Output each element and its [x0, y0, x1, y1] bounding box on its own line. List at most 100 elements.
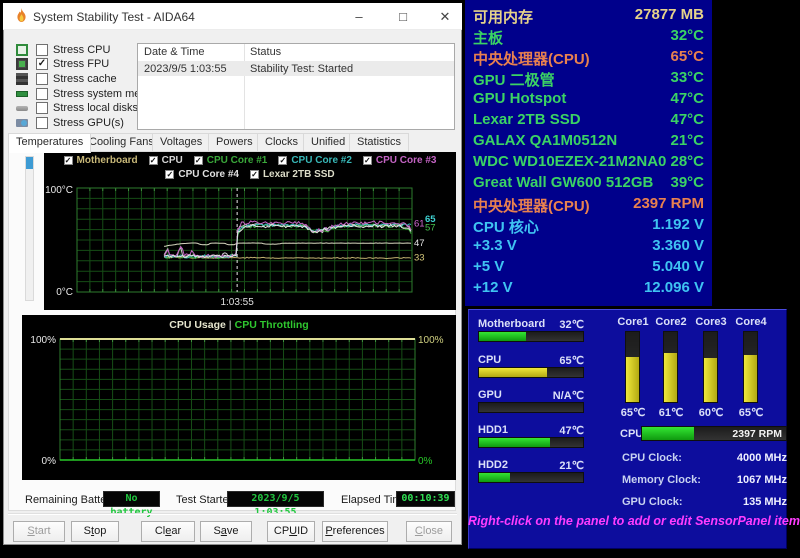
svg-text:0°C: 0°C: [56, 287, 73, 298]
core1-label: Core1: [617, 316, 649, 328]
start-button[interactable]: Start: [13, 521, 65, 542]
stress-fpu-checkbox[interactable]: ✓: [36, 58, 48, 70]
legend-cpu-checkbox[interactable]: ✓: [148, 155, 158, 165]
tab-temperatures[interactable]: Temperatures: [8, 133, 92, 153]
minimize-button[interactable]: –: [344, 9, 374, 27]
graph-scrollbar[interactable]: [25, 156, 34, 301]
log-col-datetime[interactable]: Date & Time: [144, 46, 205, 58]
legend-cpu-core2[interactable]: ✓ CPU Core #2: [278, 154, 352, 166]
sensor-row: Lexar 2TB SSD 47°C: [473, 111, 704, 128]
stop-button[interactable]: Stop: [71, 521, 119, 542]
maximize-button[interactable]: □: [388, 9, 418, 27]
log-table[interactable]: Date & Time Status 2023/9/5 1:03:55 Stab…: [137, 43, 455, 130]
stress-disks-label: Stress local disks: [53, 102, 138, 114]
core1-value: 65℃: [620, 407, 646, 419]
svg-text:0%: 0%: [42, 456, 57, 467]
gauge-gpu-bar: [478, 402, 584, 413]
svg-text:1:03:55: 1:03:55: [220, 297, 254, 308]
cpu-clock-value: 4000 MHz: [736, 452, 787, 464]
svg-text:0%: 0%: [418, 456, 433, 467]
svg-text:100%: 100%: [418, 335, 444, 346]
tab-powers[interactable]: Powers: [208, 133, 261, 152]
gauge-motherboard: Motherboard 32℃: [478, 318, 584, 331]
gauge-hdd2-bar: [478, 472, 584, 483]
stress-fpu-label: Stress FPU: [53, 58, 110, 70]
core4-bar: [743, 331, 758, 403]
cpuid-button[interactable]: CPUID: [267, 521, 315, 542]
stress-cpu-checkbox[interactable]: [36, 44, 48, 56]
close-test-button[interactable]: Close: [406, 521, 452, 542]
legend-cpu-core1[interactable]: ✓ CPU Core #1: [193, 154, 267, 166]
gauge-hdd2: HDD2 21℃: [478, 459, 584, 472]
sensor-row: 中央处理器(CPU) 2397 RPM: [473, 195, 704, 215]
gauge-hdd1-bar: [478, 437, 584, 448]
aida64-flame-icon: [17, 8, 26, 22]
legend-motherboard[interactable]: ✓ Motherboard: [63, 154, 138, 166]
tab-voltages[interactable]: Voltages: [152, 133, 211, 152]
elapsed-time-value: 00:10:39: [396, 491, 455, 507]
stress-memory-icon: [16, 88, 28, 97]
fan-gauge-label: CPU: [620, 428, 644, 440]
core3-bar: [703, 331, 718, 403]
test-started-value: 2023/9/5 1:03:55: [227, 491, 324, 518]
legend-cpu-core4[interactable]: ✓ CPU Core #4: [165, 168, 239, 180]
save-button[interactable]: Save: [200, 521, 252, 542]
svg-text:47: 47: [414, 238, 425, 249]
gauge-hdd1: HDD1 47℃: [478, 424, 584, 437]
close-button[interactable]: ✕: [430, 9, 460, 27]
svg-text:100°C: 100°C: [45, 185, 73, 196]
stress-fpu-icon: [16, 58, 28, 70]
fan-gauge-value: 2397 RPM: [732, 428, 782, 440]
sensor-row: CPU 核心 1.192 V: [473, 216, 704, 236]
log-col-status[interactable]: Status: [250, 46, 281, 58]
stress-gpu-checkbox[interactable]: [36, 117, 48, 129]
stress-cpu-icon: [16, 44, 28, 56]
sensor-panel-readings[interactable]: 可用内存 27877 MB 主板 32°C 中央处理器(CPU) 65°C GPU 二极管 3…: [465, 0, 712, 306]
legend-motherboard-checkbox[interactable]: ✓: [63, 155, 73, 165]
gauge-cpu: CPU 65℃: [478, 354, 584, 367]
legend-cpu-core3[interactable]: ✓ CPU Core #3: [362, 154, 436, 166]
log-row-datetime: 2023/9/5 1:03:55: [144, 63, 227, 75]
sensor-row: +5 V 5.040 V: [473, 258, 704, 275]
stress-disks-checkbox[interactable]: [36, 102, 48, 114]
gpu-clock-value: 135 MHz: [742, 496, 787, 508]
tab-clocks[interactable]: Clocks: [257, 133, 307, 152]
gauge-motherboard-bar: [478, 331, 584, 342]
sensor-row: GPU 二极管 33°C: [473, 69, 704, 89]
legend-cpu-core3-checkbox[interactable]: ✓: [362, 155, 372, 165]
legend-cpu[interactable]: ✓ CPU: [148, 154, 183, 166]
tab-cooling-fans[interactable]: Cooling Fans: [81, 133, 162, 152]
tab-statistics[interactable]: Statistics: [349, 133, 410, 152]
graph-scrollbar-thumb[interactable]: [26, 157, 33, 169]
window-title: System Stability Test - AIDA64: [33, 10, 195, 24]
temperature-legend-row2: ✓ CPU Core #4 ✓ Lexar 2TB SSD: [44, 168, 456, 180]
stress-cache-checkbox[interactable]: [36, 73, 48, 85]
legend-lexar-ssd-checkbox[interactable]: ✓: [249, 169, 259, 179]
preferences-button[interactable]: Preferences: [322, 521, 388, 542]
svg-text:57: 57: [425, 223, 436, 234]
stress-cpu-label: Stress CPU: [53, 44, 111, 56]
legend-lexar-ssd[interactable]: ✓ Lexar 2TB SSD: [249, 168, 335, 180]
log-row-status: Stability Test: Started: [250, 63, 354, 75]
sensor-row: 中央处理器(CPU) 65°C: [473, 48, 704, 68]
legend-cpu-core2-checkbox[interactable]: ✓: [278, 155, 288, 165]
sensor-row: GALAX QA1M0512N 21°C: [473, 132, 704, 149]
sensor-row: Great Wall GW600 512GB 39°C: [473, 174, 704, 191]
clear-button[interactable]: Clear: [141, 521, 195, 542]
cpu-usage-title: CPU Usage | CPU Throttling: [169, 319, 309, 331]
legend-cpu-core1-checkbox[interactable]: ✓: [193, 155, 203, 165]
stress-cache-label: Stress cache: [53, 73, 117, 85]
stress-cache-icon: [16, 73, 28, 85]
stress-memory-checkbox[interactable]: [36, 88, 48, 100]
screen: System Stability Test - AIDA64 – □ ✕ Str…: [0, 0, 800, 558]
tab-unified[interactable]: Unified: [303, 133, 354, 152]
sensor-row: 可用内存 27877 MB: [473, 6, 704, 26]
core3-value: 60℃: [698, 407, 724, 419]
stress-gpu-icon: [16, 117, 28, 127]
legend-cpu-core4-checkbox[interactable]: ✓: [165, 169, 175, 179]
core2-label: Core2: [655, 316, 687, 328]
fan-gauge-bar: 2397 RPM: [641, 426, 787, 441]
sensor-row: WDC WD10EZEX-21M2NA0 28°C: [473, 153, 704, 170]
stress-gpu-label: Stress GPU(s): [53, 117, 124, 129]
core4-label: Core4: [735, 316, 767, 328]
